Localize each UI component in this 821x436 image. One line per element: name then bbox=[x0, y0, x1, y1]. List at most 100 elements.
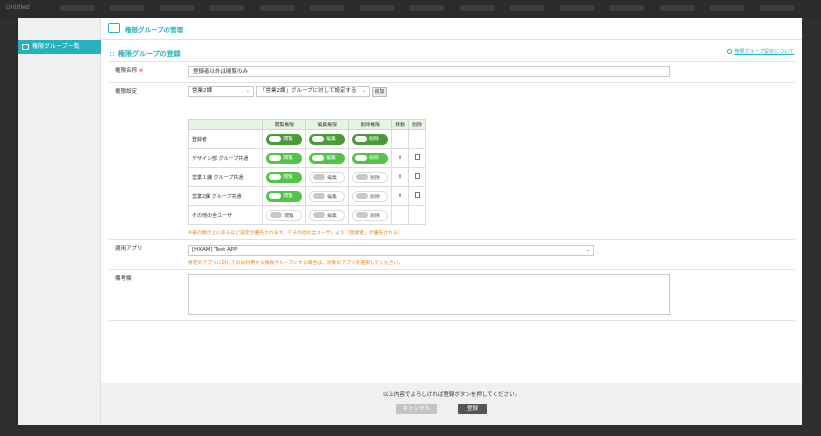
backdrop-right bbox=[802, 18, 821, 436]
backdrop-left bbox=[0, 18, 18, 436]
table-header-remove: 削除 bbox=[408, 119, 426, 130]
trash-icon[interactable] bbox=[414, 192, 420, 198]
sidebar-item-permission-groups[interactable]: 権限グループ一覧 bbox=[18, 40, 101, 54]
move-handle[interactable]: ⇕ bbox=[391, 186, 410, 206]
view-toggle[interactable]: 閲覧 bbox=[266, 171, 303, 183]
chevron-down-icon: ⌄ bbox=[585, 247, 590, 253]
bookmark[interactable] bbox=[360, 5, 394, 11]
backdrop-bottom bbox=[18, 425, 802, 436]
help-link[interactable]: 権限グループ設定について bbox=[727, 48, 794, 55]
table-header-move: 移動 bbox=[391, 119, 410, 130]
bookmark[interactable] bbox=[610, 5, 644, 11]
memo-label: 備考欄 bbox=[115, 276, 132, 282]
divider bbox=[109, 239, 795, 240]
required-mark: ※ bbox=[138, 68, 144, 74]
view-toggle[interactable]: 閲覧 bbox=[266, 133, 303, 145]
view-toggle[interactable]: 閲覧 bbox=[266, 190, 303, 202]
page-title: 権限グループの管理 bbox=[125, 26, 184, 34]
name-label: 権限名称 ※ bbox=[115, 68, 144, 74]
app-note: 特定のアプリに対してのみ利用する権限グループにする場合は、対象のアプリを選択して… bbox=[188, 261, 404, 266]
table-row: 登録者 閲覧 編集 削除 bbox=[187, 129, 426, 149]
remove-cell bbox=[408, 205, 426, 225]
row-name: 営業１課 グループ共通 bbox=[187, 167, 264, 187]
bookmark[interactable] bbox=[510, 5, 544, 11]
divider bbox=[109, 61, 795, 62]
move-handle[interactable]: ⇕ bbox=[391, 148, 410, 168]
delete-toggle[interactable]: 削除 bbox=[352, 209, 389, 221]
table-row: 営業１課 グループ共通 閲覧 編集 削除 ⇕ bbox=[187, 167, 426, 187]
table-row: その他の全ユーザ 閲覧 編集 削除 bbox=[187, 205, 426, 225]
footer-message: 以上内容でよろしければ登録ボタンを押してください。 bbox=[382, 392, 521, 398]
row-name: デザイン部 グループ共通 bbox=[187, 148, 264, 168]
table-header-edit: 編集権限 bbox=[305, 119, 350, 130]
row-name: 営業2課 グループ共通 bbox=[187, 186, 264, 206]
trash-icon[interactable] bbox=[414, 154, 420, 160]
divider bbox=[109, 82, 795, 83]
modal-footer: 以上内容でよろしければ登録ボタンを押してください。 キャンセル 登録 bbox=[101, 383, 802, 425]
help-circle-icon bbox=[727, 49, 733, 54]
delete-toggle[interactable]: 削除 bbox=[352, 190, 389, 202]
divider bbox=[109, 269, 795, 270]
chevron-down-icon: ⌄ bbox=[361, 88, 366, 94]
edit-toggle[interactable]: 編集 bbox=[309, 209, 346, 221]
row-name: その他の全ユーザ bbox=[187, 205, 264, 225]
table-header-view: 閲覧権限 bbox=[262, 119, 307, 130]
view-toggle[interactable]: 閲覧 bbox=[266, 152, 303, 164]
bookmark[interactable] bbox=[110, 5, 144, 11]
row-name: 登録者 bbox=[187, 129, 264, 149]
bookmark[interactable] bbox=[660, 5, 694, 11]
register-button[interactable]: 登録 bbox=[458, 404, 487, 414]
bookmark[interactable] bbox=[160, 5, 194, 11]
delete-toggle[interactable]: 削除 bbox=[352, 171, 389, 183]
bookmark[interactable] bbox=[410, 5, 444, 11]
remove-cell bbox=[408, 129, 426, 149]
chevron-down-icon: ⌄ bbox=[245, 88, 250, 94]
edit-toggle[interactable]: 編集 bbox=[309, 152, 346, 164]
bookmark[interactable] bbox=[260, 5, 294, 11]
permission-group-modal: 権限グループ一覧 権限グループの管理 権限グループの登録 権限グループ設定につい… bbox=[18, 18, 802, 425]
bookmark[interactable] bbox=[760, 5, 794, 11]
permission-settings-label: 権限設定 bbox=[115, 89, 138, 95]
edit-toggle[interactable]: 編集 bbox=[309, 133, 346, 145]
bookmark[interactable] bbox=[710, 5, 744, 11]
group-icon bbox=[108, 23, 120, 33]
trash-icon[interactable] bbox=[414, 173, 420, 179]
delete-toggle[interactable]: 削除 bbox=[352, 152, 389, 164]
move-handle bbox=[391, 129, 410, 149]
bookmark[interactable] bbox=[460, 5, 494, 11]
bookmark[interactable] bbox=[310, 5, 344, 11]
table-header-row: 閲覧権限 編集権限 削除権限 移動 削除 bbox=[187, 119, 426, 130]
add-button[interactable]: 追加 bbox=[372, 87, 387, 97]
permission-table: 閲覧権限 編集権限 削除権限 移動 削除 登録者 閲覧 編集 削除 デザイン部 … bbox=[187, 119, 426, 225]
permission-name-input[interactable]: 登録者以外は閲覧のみ bbox=[188, 66, 670, 77]
modal-header: 権限グループの管理 bbox=[101, 18, 802, 40]
app-label: 適用アプリ bbox=[115, 246, 143, 252]
divider bbox=[109, 320, 795, 321]
bookmark[interactable] bbox=[60, 5, 94, 11]
browser-tab-title: Untitled bbox=[6, 4, 30, 11]
move-handle bbox=[391, 205, 410, 225]
bookmark[interactable] bbox=[210, 5, 244, 11]
edit-toggle[interactable]: 編集 bbox=[309, 171, 346, 183]
move-handle[interactable]: ⇕ bbox=[391, 167, 410, 187]
section-title: 権限グループの登録 bbox=[109, 49, 181, 59]
view-toggle[interactable]: 閲覧 bbox=[266, 209, 303, 221]
memo-textarea[interactable] bbox=[188, 274, 670, 315]
group-select[interactable]: 営業2課 ⌄ bbox=[188, 86, 254, 97]
cancel-button[interactable]: キャンセル bbox=[396, 404, 437, 414]
permission-note: ※表の順が上にあるほど設定が優先されます。（「その他の全ユーザ」より「登録者」が… bbox=[188, 231, 403, 236]
delete-toggle[interactable]: 削除 bbox=[352, 133, 389, 145]
table-row: 営業2課 グループ共通 閲覧 編集 削除 ⇕ bbox=[187, 186, 426, 206]
table-header-empty bbox=[187, 119, 264, 130]
table-row: デザイン部 グループ共通 閲覧 編集 削除 ⇕ bbox=[187, 148, 426, 168]
app-select[interactable]: [HXAM] Test APP ⌄ bbox=[188, 245, 594, 256]
bookmark[interactable] bbox=[560, 5, 594, 11]
sidebar-item-label: 権限グループ一覧 bbox=[32, 43, 80, 50]
sidebar: 権限グループ一覧 bbox=[18, 18, 101, 425]
table-header-delete: 削除権限 bbox=[348, 119, 393, 130]
edit-toggle[interactable]: 編集 bbox=[309, 190, 346, 202]
list-icon bbox=[22, 44, 29, 50]
form-content: 権限グループの登録 権限グループ設定について 権限名称 ※ 登録者以外は閲覧のみ… bbox=[101, 40, 802, 383]
browser-bookmarks-bar: Untitled bbox=[0, 0, 821, 18]
scope-select[interactable]: 「営業2課」グループに対して設定する ⌄ bbox=[256, 86, 370, 97]
